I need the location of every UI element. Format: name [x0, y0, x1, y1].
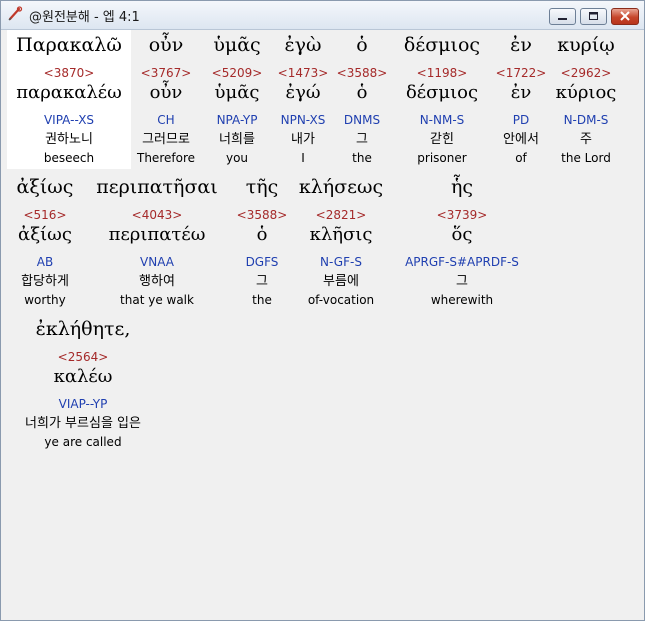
maximize-icon	[589, 12, 598, 20]
strong-number[interactable]: <3870>	[7, 66, 131, 80]
app-icon[interactable]	[7, 6, 23, 22]
greek-word: ἀξίως	[16, 176, 74, 198]
close-icon	[620, 11, 630, 21]
minimize-icon	[558, 18, 567, 20]
greek-word: ὑμᾶς	[213, 34, 261, 56]
lemma: ἀξίως	[18, 224, 72, 245]
lemma: ὅς	[451, 224, 473, 245]
strong-number[interactable]: <2962>	[549, 66, 623, 80]
english-gloss: wherewith	[430, 293, 494, 307]
english-gloss: that ye walk	[120, 293, 194, 307]
close-button[interactable]	[611, 8, 639, 25]
lemma: καλέω	[53, 366, 113, 387]
english-gloss: the	[352, 151, 372, 165]
korean-gloss: 주	[580, 132, 592, 147]
korean-gloss: 그	[356, 132, 368, 147]
lemma: ἐν	[510, 82, 532, 103]
english-gloss: of	[515, 151, 527, 165]
title-bar[interactable]: @원전분해 - 엡 4:1	[1, 1, 644, 30]
korean-gloss: 그	[256, 274, 268, 289]
strong-number[interactable]: <3767>	[131, 66, 201, 80]
english-gloss: you	[225, 151, 249, 165]
english-gloss: the	[252, 293, 272, 307]
morphology-code[interactable]: DGFS	[231, 255, 293, 269]
english-gloss: of-vocation	[307, 293, 375, 307]
strong-number[interactable]: <1473>	[273, 66, 333, 80]
greek-word: περιπατῆσαι	[96, 176, 218, 198]
morphology-code[interactable]: VIAP--YP	[7, 397, 159, 411]
english-gloss: beseech	[43, 151, 95, 165]
lemma: παρακαλέω	[16, 82, 122, 103]
greek-word: τῆς	[245, 176, 279, 198]
morphology-code[interactable]: DNMS	[333, 113, 391, 127]
strong-number[interactable]: <1198>	[391, 66, 493, 80]
lemma: ὁ	[356, 82, 368, 103]
korean-gloss: 너희를	[219, 132, 255, 147]
korean-gloss: 합당하게	[21, 274, 69, 289]
minimize-button[interactable]	[549, 8, 576, 25]
korean-gloss: 갇힌	[430, 132, 454, 147]
lemma: ὑμᾶς	[214, 82, 260, 103]
lemma: κύριος	[555, 82, 617, 103]
morphology-code[interactable]: NPN-XS	[273, 113, 333, 127]
strong-number[interactable]: <3588>	[231, 208, 293, 222]
korean-gloss: 권하노니	[45, 132, 93, 147]
window-title: @원전분해 - 엡 4:1	[29, 10, 140, 25]
morphology-code[interactable]: PD	[493, 113, 549, 127]
interlinear-panel: Παρακαλῶ <3870> παρακαλέω VIPA--XS 권하노니 …	[7, 30, 640, 615]
greek-word: οὖν	[148, 34, 184, 56]
app-window: @원전분해 - 엡 4:1 Παρακαλῶ <3870> παρακαλέω …	[0, 0, 645, 621]
korean-gloss: 행하여	[139, 274, 175, 289]
greek-word: Παρακαλῶ	[16, 34, 122, 56]
morphology-code[interactable]: VNAA	[83, 255, 231, 269]
greek-word: ἐν	[510, 34, 532, 56]
korean-gloss: 부름에	[323, 274, 359, 289]
strong-number[interactable]: <3588>	[333, 66, 391, 80]
english-gloss: Therefore	[137, 151, 195, 165]
greek-word: ἐκλήθητε,	[35, 318, 131, 340]
greek-word: δέσμιος	[403, 34, 481, 56]
strong-number[interactable]: <2564>	[7, 350, 159, 364]
strong-number[interactable]: <4043>	[83, 208, 231, 222]
english-gloss: worthy	[24, 293, 66, 307]
english-gloss: ye are called	[44, 435, 122, 449]
lemma: οὖν	[149, 82, 183, 103]
korean-gloss: 너희가 부르심을 입은	[25, 416, 141, 431]
korean-gloss: 안에서	[503, 132, 539, 147]
korean-gloss: 그	[456, 274, 468, 289]
english-gloss: I	[301, 151, 305, 165]
korean-gloss: 그러므로	[142, 132, 190, 147]
morphology-code[interactable]: N-NM-S	[391, 113, 493, 127]
strong-number[interactable]: <5209>	[201, 66, 273, 80]
strong-number[interactable]: <1722>	[493, 66, 549, 80]
strong-number[interactable]: <516>	[7, 208, 83, 222]
strong-number[interactable]: <3739>	[389, 208, 535, 222]
english-gloss: prisoner	[417, 151, 467, 165]
morphology-code[interactable]: AB	[7, 255, 83, 269]
greek-word: κυρίῳ	[557, 34, 615, 56]
lemma: ἐγώ	[285, 82, 321, 103]
morphology-code[interactable]: APRGF-S#APRDF-S	[389, 255, 535, 269]
morphology-code[interactable]: N-GF-S	[293, 255, 389, 269]
greek-word: ἧς	[450, 176, 474, 198]
lemma: κλῆσις	[309, 224, 373, 245]
morphology-code[interactable]: NPA-YP	[201, 113, 273, 127]
greek-word: κλήσεως	[298, 176, 384, 198]
greek-word: ἐγὼ	[284, 34, 322, 56]
morphology-code[interactable]: VIPA--XS	[7, 113, 131, 127]
maximize-button[interactable]	[580, 8, 607, 25]
lemma: περιπατέω	[108, 224, 206, 245]
lemma: δέσμιος	[405, 82, 479, 103]
lemma: ὁ	[256, 224, 268, 245]
strong-number[interactable]: <2821>	[293, 208, 389, 222]
korean-gloss: 내가	[291, 132, 315, 147]
morphology-code[interactable]: N-DM-S	[549, 113, 623, 127]
greek-word: ὁ	[356, 34, 368, 56]
english-gloss: the Lord	[561, 151, 611, 165]
morphology-code[interactable]: CH	[131, 113, 201, 127]
